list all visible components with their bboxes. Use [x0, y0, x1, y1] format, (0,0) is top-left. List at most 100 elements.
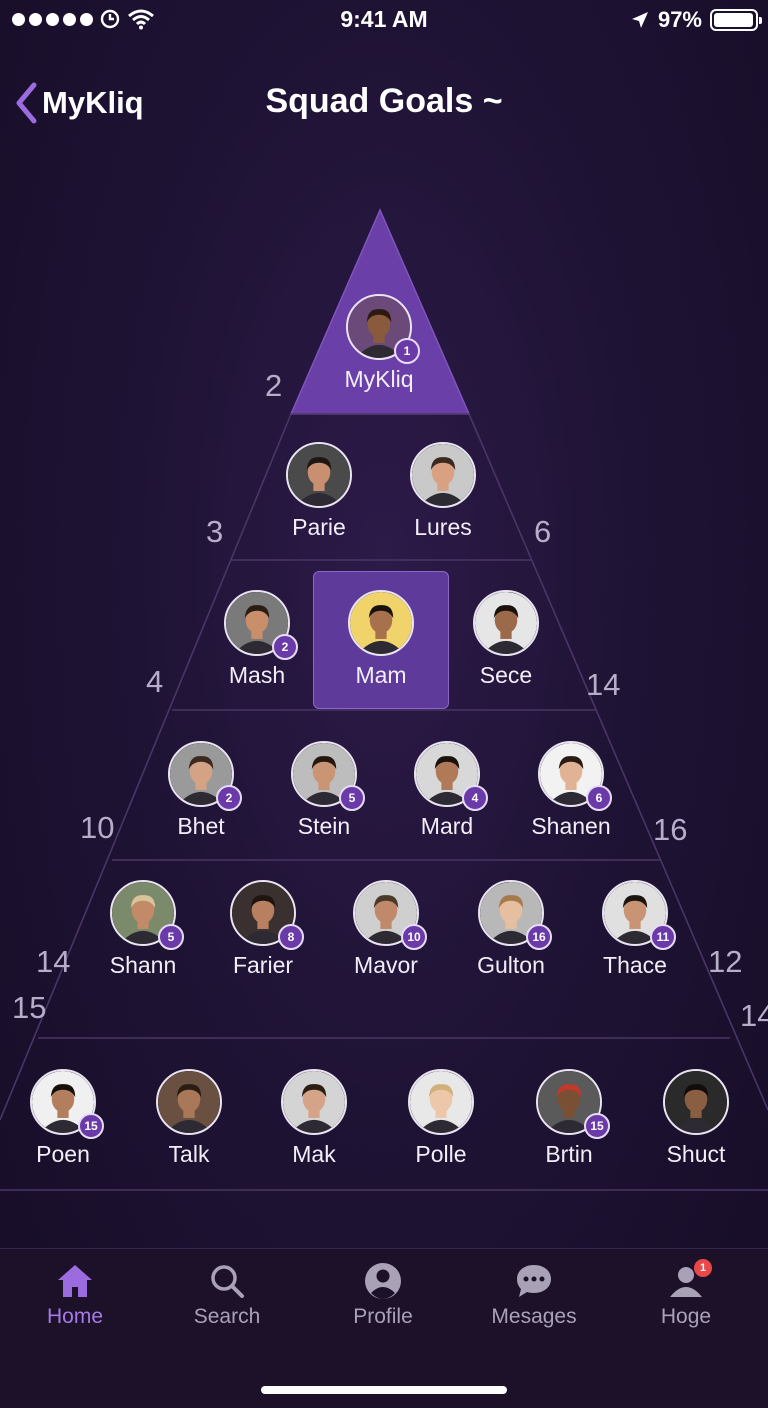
side-number-right: 12: [708, 944, 743, 979]
avatar: [281, 1069, 347, 1135]
tab-label: Home: [46, 1305, 104, 1328]
side-number-right: 6: [534, 514, 552, 549]
tab-search[interactable]: Search: [167, 1261, 287, 1329]
avatar: [410, 442, 476, 508]
profile-icon: [365, 1263, 401, 1299]
member-name: Parie: [292, 514, 346, 540]
tab-hoge[interactable]: 1 Hoge: [626, 1259, 746, 1329]
member-name: Mash: [228, 662, 286, 688]
avatar: [473, 590, 539, 656]
pyramid-member[interactable]: 2 Bhet: [141, 741, 261, 840]
count-badge: 1: [394, 338, 420, 364]
member-name: Farier: [232, 952, 294, 978]
member-name: Lures: [414, 514, 472, 540]
member-name: Polle: [415, 1141, 467, 1167]
avatar: 1: [346, 294, 420, 364]
pyramid-member[interactable]: Lures: [383, 442, 503, 541]
member-name: Mak: [292, 1141, 336, 1167]
count-badge: 11: [650, 924, 676, 950]
avatar: 2: [168, 741, 242, 811]
avatar-photo: [410, 442, 476, 508]
tab-profile[interactable]: Profile: [323, 1261, 443, 1329]
count-badge: 8: [278, 924, 304, 950]
side-number-left: 14: [36, 944, 71, 979]
pyramid-member[interactable]: 15 Brtin: [509, 1069, 629, 1168]
pyramid-member[interactable]: Polle: [381, 1069, 501, 1168]
count-badge: 5: [158, 924, 184, 950]
avatar: 8: [230, 880, 304, 950]
side-number-left: 3: [206, 514, 224, 549]
avatar-photo: [286, 442, 352, 508]
pyramid-member[interactable]: 5 Stein: [264, 741, 384, 840]
member-name: Gulton: [477, 952, 545, 978]
member-name: Shuct: [666, 1141, 726, 1167]
avatar-photo: [281, 1069, 347, 1135]
avatar: 4: [414, 741, 488, 811]
avatar: 5: [291, 741, 365, 811]
avatar: 11: [602, 880, 676, 950]
pyramid-member[interactable]: 10 Mavor: [326, 880, 446, 979]
avatar-photo: [408, 1069, 474, 1135]
avatar-photo: [156, 1069, 222, 1135]
pyramid-member[interactable]: 8 Farier: [203, 880, 323, 979]
pyramid-member[interactable]: Mam: [321, 590, 441, 689]
side-number-right: 14: [740, 998, 768, 1033]
pyramid-member[interactable]: Shuct: [636, 1069, 756, 1168]
count-badge: 6: [586, 785, 612, 811]
pyramid-member[interactable]: Parie: [259, 442, 379, 541]
member-name: Mavor: [354, 952, 418, 978]
avatar: 16: [478, 880, 552, 950]
pyramid-member[interactable]: 15 Poen: [3, 1069, 123, 1168]
home-indicator: [261, 1386, 507, 1394]
side-number-left: 2: [265, 368, 283, 403]
avatar: [286, 442, 352, 508]
member-name: Talk: [168, 1141, 210, 1167]
member-name: Shanen: [531, 813, 611, 839]
pyramid-member[interactable]: Mak: [254, 1069, 374, 1168]
tab-label: Search: [193, 1305, 261, 1328]
pyramid-member[interactable]: 5 Shann: [83, 880, 203, 979]
avatar: [348, 590, 414, 656]
pyramid-member[interactable]: 6 Shanen: [511, 741, 631, 840]
member-name: Mard: [420, 813, 474, 839]
member-name: MyKliq: [344, 366, 414, 392]
tab-label: Profile: [353, 1305, 413, 1328]
pyramid-member[interactable]: 11 Thace: [575, 880, 695, 979]
avatar: 15: [536, 1069, 610, 1139]
avatar: [156, 1069, 222, 1135]
avatar: 5: [110, 880, 184, 950]
pyramid-member[interactable]: 16 Gulton: [451, 880, 571, 979]
avatar: 10: [353, 880, 427, 950]
member-name: Poen: [36, 1141, 90, 1167]
avatar: 15: [30, 1069, 104, 1139]
member-name: Sece: [479, 662, 533, 688]
avatar: 6: [538, 741, 612, 811]
pyramid-member[interactable]: Talk: [129, 1069, 249, 1168]
side-number-left: 15: [12, 990, 47, 1025]
member-name: Brtin: [545, 1141, 593, 1167]
member-name: Stein: [297, 813, 351, 839]
messages-icon: [517, 1265, 551, 1297]
tab-home[interactable]: Home: [15, 1261, 135, 1329]
avatar: [663, 1069, 729, 1135]
avatar-photo: [663, 1069, 729, 1135]
pyramid-member[interactable]: 1 MyKliq: [319, 294, 439, 393]
member-name: Mam: [355, 662, 407, 688]
side-number-left: 10: [80, 810, 115, 845]
count-badge: 2: [272, 634, 298, 660]
avatar: 2: [224, 590, 298, 660]
side-number-left: 4: [146, 664, 164, 699]
tab-bar: Home Search Profile Mesages 1 Hoge: [0, 1248, 768, 1408]
notification-badge: 1: [694, 1259, 712, 1277]
pyramid-member[interactable]: 4 Mard: [387, 741, 507, 840]
member-name: Bhet: [177, 813, 225, 839]
tab-messages[interactable]: Mesages: [474, 1261, 594, 1329]
count-badge: 2: [216, 785, 242, 811]
count-badge: 10: [401, 924, 427, 950]
pyramid-member[interactable]: 2 Mash: [197, 590, 317, 689]
member-name: Thace: [603, 952, 667, 978]
pyramid-member[interactable]: Sece: [446, 590, 566, 689]
home-icon: [58, 1265, 92, 1297]
count-badge: 4: [462, 785, 488, 811]
count-badge: 15: [584, 1113, 610, 1139]
